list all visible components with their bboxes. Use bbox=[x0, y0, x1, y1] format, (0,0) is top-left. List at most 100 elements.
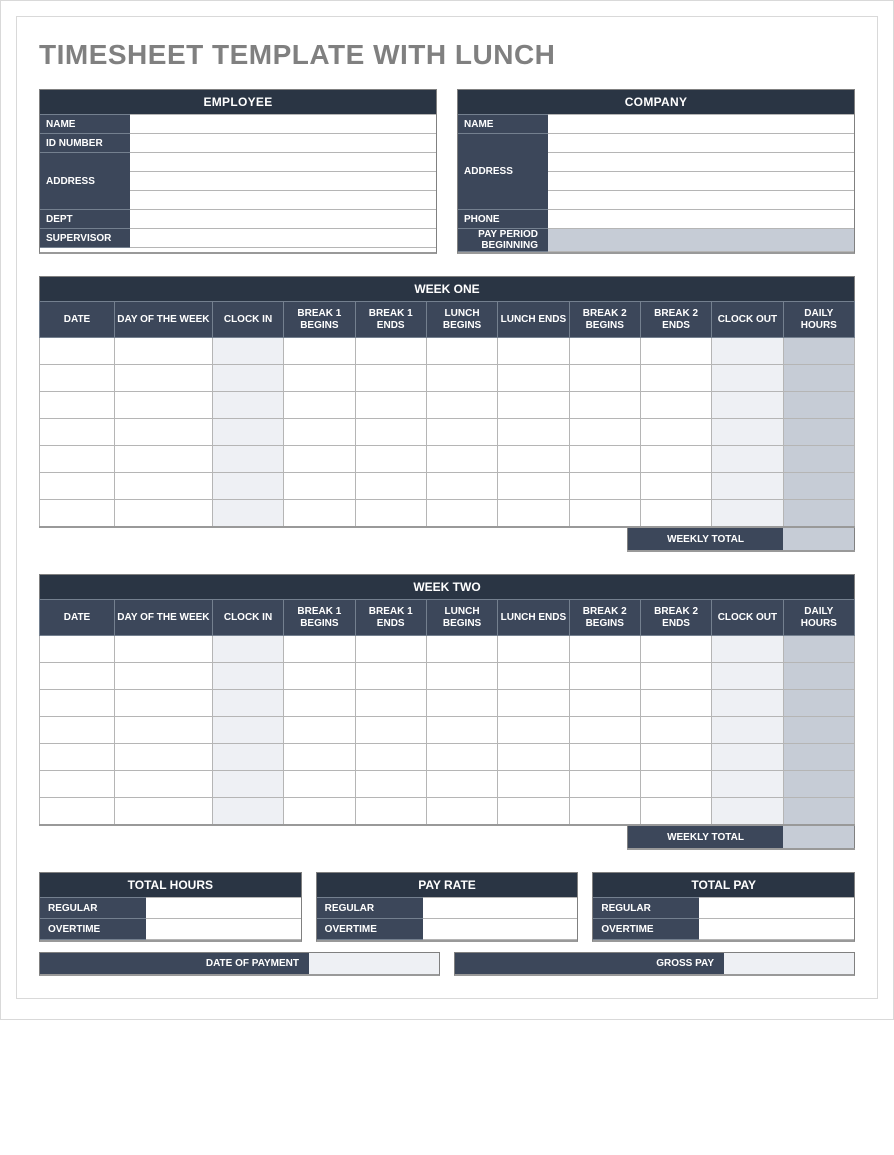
overtime-label: OVERTIME bbox=[40, 919, 146, 940]
col-daily: DAILY HOURS bbox=[783, 302, 854, 338]
co-addr3-input[interactable] bbox=[548, 172, 854, 191]
emp-sup-label: SUPERVISOR bbox=[40, 229, 130, 248]
co-phone-input[interactable] bbox=[548, 210, 854, 229]
weekly-total-label: WEEKLY TOTAL bbox=[628, 528, 784, 551]
emp-addr1-input[interactable] bbox=[130, 153, 436, 172]
table-row bbox=[40, 798, 855, 826]
col-b2e: BREAK 2 ENDS bbox=[640, 302, 711, 338]
company-box: COMPANY NAME ADDRESS PHONE PAY PERIOD BE… bbox=[457, 89, 855, 254]
emp-id-input[interactable] bbox=[130, 134, 436, 153]
total-pay-header: TOTAL PAY bbox=[593, 873, 854, 897]
week-one-total: WEEKLY TOTAL bbox=[627, 528, 855, 552]
rate-regular-input[interactable] bbox=[423, 898, 578, 919]
table-row bbox=[40, 446, 855, 473]
hours-regular-input[interactable] bbox=[146, 898, 301, 919]
week-two-rows bbox=[40, 636, 855, 826]
week-one-section: WEEK ONE DATE DAY OF THE WEEK CLOCK IN B… bbox=[39, 276, 855, 552]
employee-header: EMPLOYEE bbox=[40, 90, 436, 114]
co-addr4-input[interactable] bbox=[548, 191, 854, 210]
table-row bbox=[40, 500, 855, 528]
emp-name-input[interactable] bbox=[130, 115, 436, 134]
emp-addr-label: ADDRESS bbox=[40, 153, 130, 210]
total-hours-header: TOTAL HOURS bbox=[40, 873, 301, 897]
week-one-header: WEEK ONE bbox=[39, 276, 855, 301]
pay-period-input[interactable] bbox=[548, 229, 854, 252]
co-phone-label: PHONE bbox=[458, 210, 548, 229]
overtime-label: OVERTIME bbox=[593, 919, 699, 940]
emp-addr3-input[interactable] bbox=[130, 191, 436, 210]
employee-box: EMPLOYEE NAME ID NUMBER ADDRESS DEPT SUP… bbox=[39, 89, 437, 254]
regular-label: REGULAR bbox=[593, 898, 699, 919]
pay-regular-input[interactable] bbox=[699, 898, 854, 919]
col-b1e: BREAK 1 ENDS bbox=[355, 600, 426, 636]
regular-label: REGULAR bbox=[317, 898, 423, 919]
co-name-input[interactable] bbox=[548, 115, 854, 134]
week-two-grid: DATE DAY OF THE WEEK CLOCK IN BREAK 1 BE… bbox=[39, 599, 855, 826]
col-dow: DAY OF THE WEEK bbox=[115, 600, 213, 636]
page-title: TIMESHEET TEMPLATE WITH LUNCH bbox=[39, 39, 855, 71]
emp-dept-label: DEPT bbox=[40, 210, 130, 229]
pay-rate-box: PAY RATE REGULAR OVERTIME bbox=[316, 872, 579, 942]
col-lb: LUNCH BEGINS bbox=[426, 600, 497, 636]
co-addr2-input[interactable] bbox=[548, 153, 854, 172]
weekly-total-label: WEEKLY TOTAL bbox=[628, 826, 784, 849]
employee-table: NAME ID NUMBER ADDRESS DEPT SUPERVISOR bbox=[40, 114, 436, 248]
footer-row: DATE OF PAYMENT GROSS PAY bbox=[39, 952, 855, 976]
col-le: LUNCH ENDS bbox=[498, 600, 569, 636]
col-daily: DAILY HOURS bbox=[783, 600, 854, 636]
col-clock-out: CLOCK OUT bbox=[712, 600, 783, 636]
company-header: COMPANY bbox=[458, 90, 854, 114]
col-b2b: BREAK 2 BEGINS bbox=[569, 302, 640, 338]
table-row bbox=[40, 338, 855, 365]
table-row bbox=[40, 744, 855, 771]
col-b1b: BREAK 1 BEGINS bbox=[284, 302, 355, 338]
hours-overtime-input[interactable] bbox=[146, 919, 301, 940]
totals-row: TOTAL HOURS REGULAR OVERTIME PAY RATE RE… bbox=[39, 872, 855, 942]
pay-period-label: PAY PERIOD BEGINNING bbox=[458, 229, 548, 252]
gross-pay-label: GROSS PAY bbox=[455, 953, 724, 974]
col-b2b: BREAK 2 BEGINS bbox=[569, 600, 640, 636]
date-of-payment-input[interactable] bbox=[309, 953, 439, 974]
weekly-total-value[interactable] bbox=[783, 528, 855, 551]
table-row bbox=[40, 771, 855, 798]
company-table: NAME ADDRESS PHONE PAY PERIOD BEGINNING bbox=[458, 114, 854, 252]
emp-name-label: NAME bbox=[40, 115, 130, 134]
table-row bbox=[40, 690, 855, 717]
table-row bbox=[40, 663, 855, 690]
col-b1b: BREAK 1 BEGINS bbox=[284, 600, 355, 636]
pay-rate-header: PAY RATE bbox=[317, 873, 578, 897]
col-date: DATE bbox=[40, 302, 115, 338]
table-row bbox=[40, 473, 855, 500]
co-addr1-input[interactable] bbox=[548, 134, 854, 153]
weekly-total-value[interactable] bbox=[783, 826, 855, 849]
week-one-grid: DATE DAY OF THE WEEK CLOCK IN BREAK 1 BE… bbox=[39, 301, 855, 528]
col-le: LUNCH ENDS bbox=[498, 302, 569, 338]
col-b2e: BREAK 2 ENDS bbox=[640, 600, 711, 636]
table-row bbox=[40, 636, 855, 663]
col-b1e: BREAK 1 ENDS bbox=[355, 302, 426, 338]
col-clock-in: CLOCK IN bbox=[212, 600, 283, 636]
rate-overtime-input[interactable] bbox=[423, 919, 578, 940]
col-date: DATE bbox=[40, 600, 115, 636]
week-two-header: WEEK TWO bbox=[39, 574, 855, 599]
emp-addr2-input[interactable] bbox=[130, 172, 436, 191]
emp-sup-input[interactable] bbox=[130, 229, 436, 248]
table-row bbox=[40, 365, 855, 392]
col-clock-in: CLOCK IN bbox=[212, 302, 283, 338]
table-row bbox=[40, 392, 855, 419]
co-addr-label: ADDRESS bbox=[458, 134, 548, 210]
pay-overtime-input[interactable] bbox=[699, 919, 854, 940]
total-hours-box: TOTAL HOURS REGULAR OVERTIME bbox=[39, 872, 302, 942]
date-of-payment-label: DATE OF PAYMENT bbox=[40, 953, 309, 974]
emp-id-label: ID NUMBER bbox=[40, 134, 130, 153]
col-dow: DAY OF THE WEEK bbox=[115, 302, 213, 338]
table-row bbox=[40, 717, 855, 744]
col-clock-out: CLOCK OUT bbox=[712, 302, 783, 338]
week-two-section: WEEK TWO DATE DAY OF THE WEEK CLOCK IN B… bbox=[39, 574, 855, 850]
emp-dept-input[interactable] bbox=[130, 210, 436, 229]
regular-label: REGULAR bbox=[40, 898, 146, 919]
table-row bbox=[40, 419, 855, 446]
week-one-rows bbox=[40, 338, 855, 528]
overtime-label: OVERTIME bbox=[317, 919, 423, 940]
gross-pay-input[interactable] bbox=[724, 953, 854, 974]
